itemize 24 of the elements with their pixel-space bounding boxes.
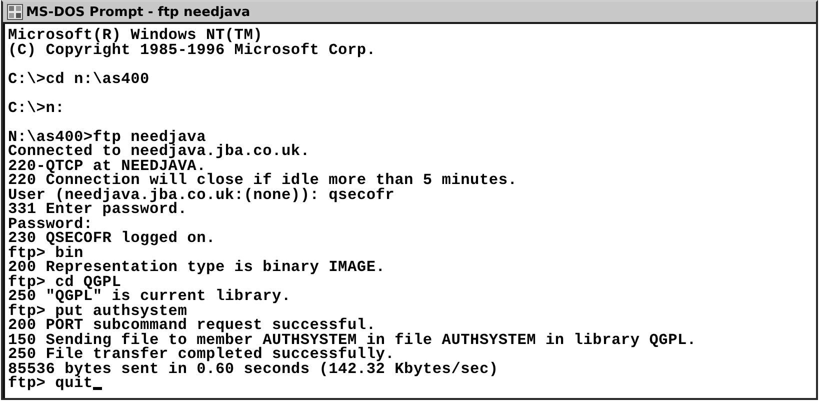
- console-line: 230 QSECOFR logged on.: [8, 231, 216, 246]
- console-line: C:\>n:: [8, 100, 65, 115]
- console-line: ftp> bin: [8, 246, 84, 260]
- console-line: 150 Sending file to member AUTHSYSTEM in file AUTHSYSTEM in library QGPL.: [8, 332, 696, 347]
- console-line: 85536 bytes sent in 0.60 seconds (142.32 Kbytes/sec): [8, 362, 498, 376]
- ms-dos-icon: [7, 4, 23, 20]
- window-title: MS-DOS Prompt - ftp needjava: [26, 4, 250, 20]
- console-line: Password:: [8, 216, 93, 231]
- console-line: 250 File transfer completed successfully.: [8, 347, 395, 362]
- console-line: 250 "QGPL" is current library.: [8, 289, 291, 304]
- console-line: ftp> quit: [8, 376, 93, 390]
- console-line: User (needjava.jba.co.uk:(none)): qsecofr: [8, 188, 395, 202]
- console-line: ftp> cd QGPL: [8, 274, 122, 289]
- console-line: Connected to needjava.jba.co.uk.: [8, 144, 310, 158]
- console-line: 200 PORT subcommand request successful.: [8, 318, 376, 332]
- console-line: Microsoft(R) Windows NT(TM): [8, 28, 263, 42]
- console-line: N:\as400>ftp needjava: [8, 130, 206, 144]
- console-line: C:\>cd n:\as400: [8, 72, 150, 86]
- console-line: ftp> put authsystem: [8, 304, 188, 318]
- console-line: 220-QTCP at NEEDJAVA.: [8, 158, 206, 173]
- console-line: 331 Enter password.: [8, 202, 188, 216]
- console-line: 220 Connection will close if idle more than 5 minutes.: [8, 173, 518, 188]
- console-line: (C) Copyright 1985-1996 Microsoft Corp.: [8, 42, 376, 57]
- console-line: 200 Representation type is binary IMAGE.: [8, 260, 386, 274]
